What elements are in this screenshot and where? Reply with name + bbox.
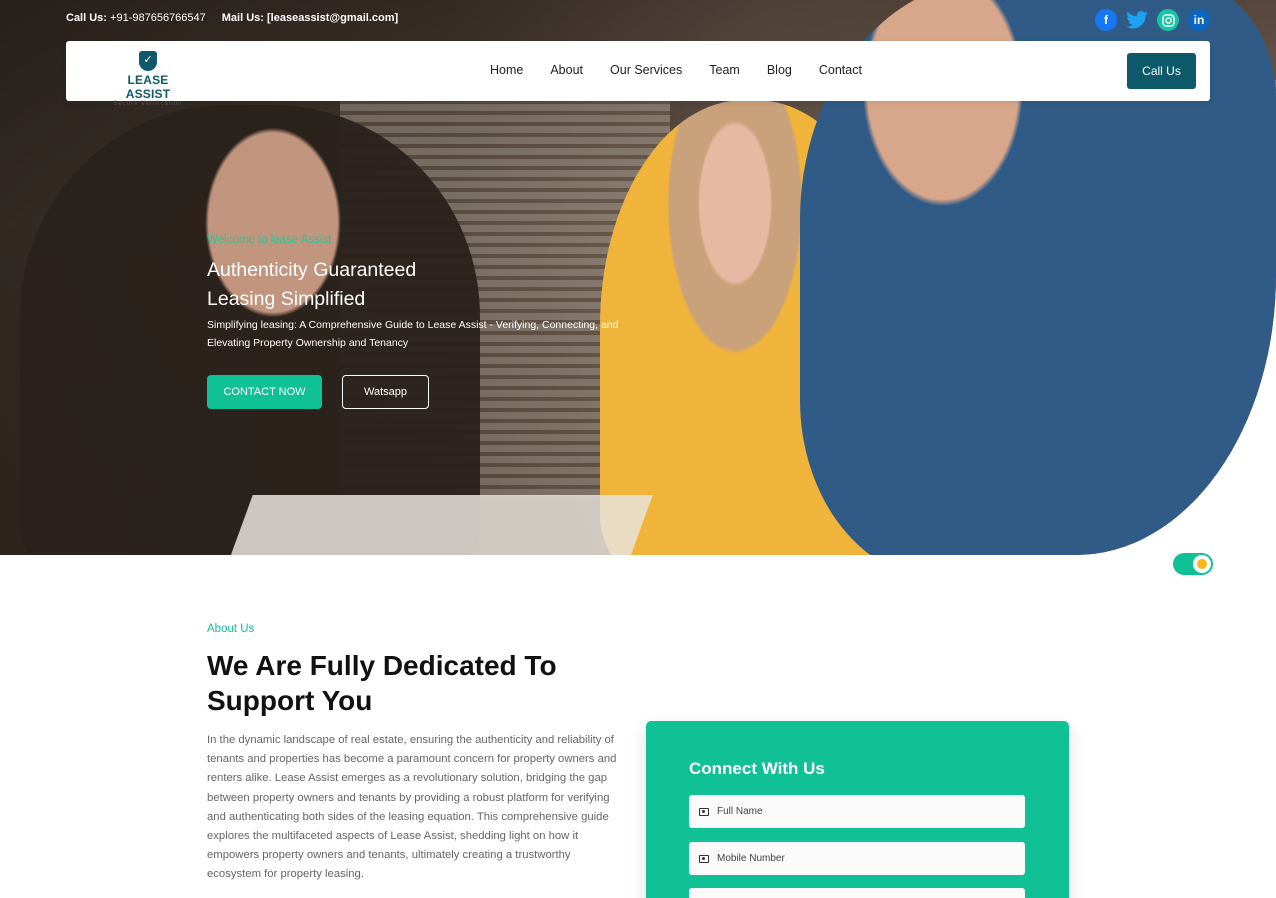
- shield-check-icon: ✓: [139, 51, 157, 71]
- facebook-icon[interactable]: f: [1095, 9, 1117, 31]
- hero-image-table: [227, 495, 653, 555]
- connect-form-card: Connect With Us Full Name Mobile Number: [646, 721, 1069, 898]
- call-us-button[interactable]: Call Us: [1127, 53, 1196, 89]
- hero-subtitle: Simplifying leasing: A Comprehensive Gui…: [207, 319, 619, 349]
- next-form-field[interactable]: [689, 888, 1025, 898]
- nav-home[interactable]: Home: [490, 63, 523, 77]
- about-section-label: About Us: [207, 623, 255, 635]
- id-card-icon: [699, 807, 709, 816]
- hero-title-line2: Leasing Simplified: [207, 288, 366, 310]
- brand-logo[interactable]: ✓ LEASE ASSIST Secure Verification: [108, 51, 188, 107]
- twitter-icon[interactable]: [1126, 9, 1148, 31]
- connect-title: Connect With Us: [689, 759, 825, 778]
- instagram-icon[interactable]: [1157, 9, 1179, 31]
- mail-info[interactable]: Mail Us: [leaseassist@gmail.com]: [222, 12, 398, 30]
- toggle-knob: [1193, 555, 1211, 573]
- call-number: +91-987656766547: [110, 12, 206, 24]
- nav-our-services[interactable]: Our Services: [610, 63, 682, 77]
- id-card-icon: [699, 854, 709, 863]
- theme-toggle[interactable]: [1173, 553, 1213, 575]
- hero-title: Authenticity Guaranteed Leasing Simplifi…: [207, 256, 627, 314]
- nav-contact[interactable]: Contact: [819, 63, 862, 77]
- nav-menu: Home About Our Services Team Blog Contac…: [490, 63, 889, 77]
- hero-title-line1: Authenticity Guaranteed: [207, 259, 417, 281]
- mail-address: [leaseassist@gmail.com]: [267, 12, 399, 24]
- mobile-number-field[interactable]: Mobile Number: [689, 842, 1025, 875]
- main-navbar: ✓ LEASE ASSIST Secure Verification Home …: [66, 41, 1210, 107]
- mobile-number-placeholder: Mobile Number: [717, 853, 785, 864]
- social-links: f in: [1095, 9, 1210, 31]
- brand-name: LEASE ASSIST: [125, 73, 171, 101]
- contact-now-button[interactable]: CONTACT NOW: [207, 375, 322, 409]
- top-contact-bar: Call Us: +91-987656766547 Mail Us: [leas…: [66, 12, 398, 30]
- whatsapp-button[interactable]: Watsapp: [342, 375, 429, 409]
- about-description: In the dynamic landscape of real estate,…: [207, 734, 617, 881]
- sun-icon: [1197, 559, 1207, 569]
- nav-about[interactable]: About: [550, 63, 583, 77]
- linkedin-icon[interactable]: in: [1188, 9, 1210, 31]
- nav-team[interactable]: Team: [709, 63, 740, 77]
- nav-blog[interactable]: Blog: [767, 63, 792, 77]
- brand-tagline: Secure Verification: [113, 101, 183, 107]
- about-title: We Are Fully Dedicated To Support You: [207, 650, 557, 716]
- call-info[interactable]: Call Us: +91-987656766547: [66, 12, 206, 30]
- hero-welcome-text: Welcome to lease Assist: [207, 234, 332, 246]
- full-name-placeholder: Full Name: [717, 806, 763, 817]
- full-name-field[interactable]: Full Name: [689, 795, 1025, 828]
